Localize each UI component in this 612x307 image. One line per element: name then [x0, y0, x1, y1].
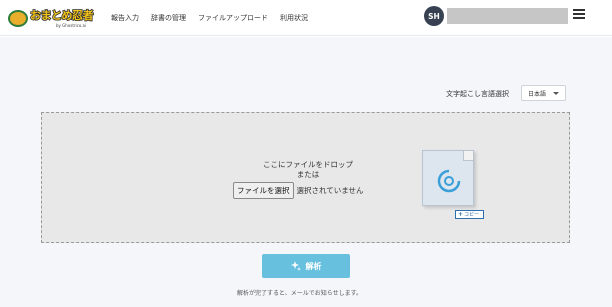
- language-selected-value: 日本語: [528, 90, 547, 98]
- chevron-down-icon: [553, 92, 559, 95]
- copy-badge: + コピー: [455, 210, 484, 219]
- file-input: ファイルを選択 選択されていません: [233, 182, 364, 199]
- dropzone-line-or: または: [296, 170, 320, 179]
- dropzone-instructions: ここにファイルをドロップ または: [253, 160, 363, 180]
- language-select[interactable]: 日本語: [521, 85, 566, 101]
- ninja-logo-icon: [8, 10, 28, 27]
- redacted-username: [447, 8, 568, 24]
- top-header: おまとめ忍者 by Ghostrico.ai 報告入力 辞書の管理 ファイルアッ…: [0, 0, 612, 36]
- analyze-button-label: 解析: [305, 261, 322, 271]
- no-file-selected-text: 選択されていません: [296, 186, 364, 195]
- nav-item-usage[interactable]: 利用状況: [280, 13, 308, 23]
- nav-item-report-input[interactable]: 報告入力: [111, 13, 139, 23]
- completion-note: 解析が完了すると、メールでお知らせします。: [237, 290, 363, 297]
- app-logo[interactable]: おまとめ忍者 by Ghostrico.ai: [8, 6, 94, 30]
- nav-item-file-upload[interactable]: ファイルアップロード: [198, 13, 268, 23]
- sparkle-icon: [290, 261, 301, 271]
- file-dropzone[interactable]: ここにファイルをドロップ または ファイルを選択 選択されていません: [41, 112, 570, 243]
- main-nav: 報告入力 辞書の管理 ファイルアップロード 利用状況: [111, 13, 308, 23]
- choose-file-button[interactable]: ファイルを選択: [233, 182, 294, 199]
- plus-icon: +: [458, 211, 464, 218]
- dropzone-line-drop: ここにファイルをドロップ: [263, 160, 353, 169]
- nav-item-dictionary[interactable]: 辞書の管理: [151, 13, 186, 23]
- hamburger-icon[interactable]: [573, 9, 585, 19]
- language-label: 文字起こし言語選択: [446, 90, 509, 98]
- copy-badge-label: コピー: [464, 212, 480, 218]
- analyze-button[interactable]: 解析: [262, 254, 350, 278]
- logo-subtitle: by Ghostrico.ai: [56, 23, 87, 28]
- dragged-file-icon: [422, 150, 480, 210]
- audio-file-icon: [437, 169, 461, 193]
- logo-brand: おまとめ忍者: [29, 8, 94, 23]
- avatar[interactable]: SH: [424, 6, 444, 26]
